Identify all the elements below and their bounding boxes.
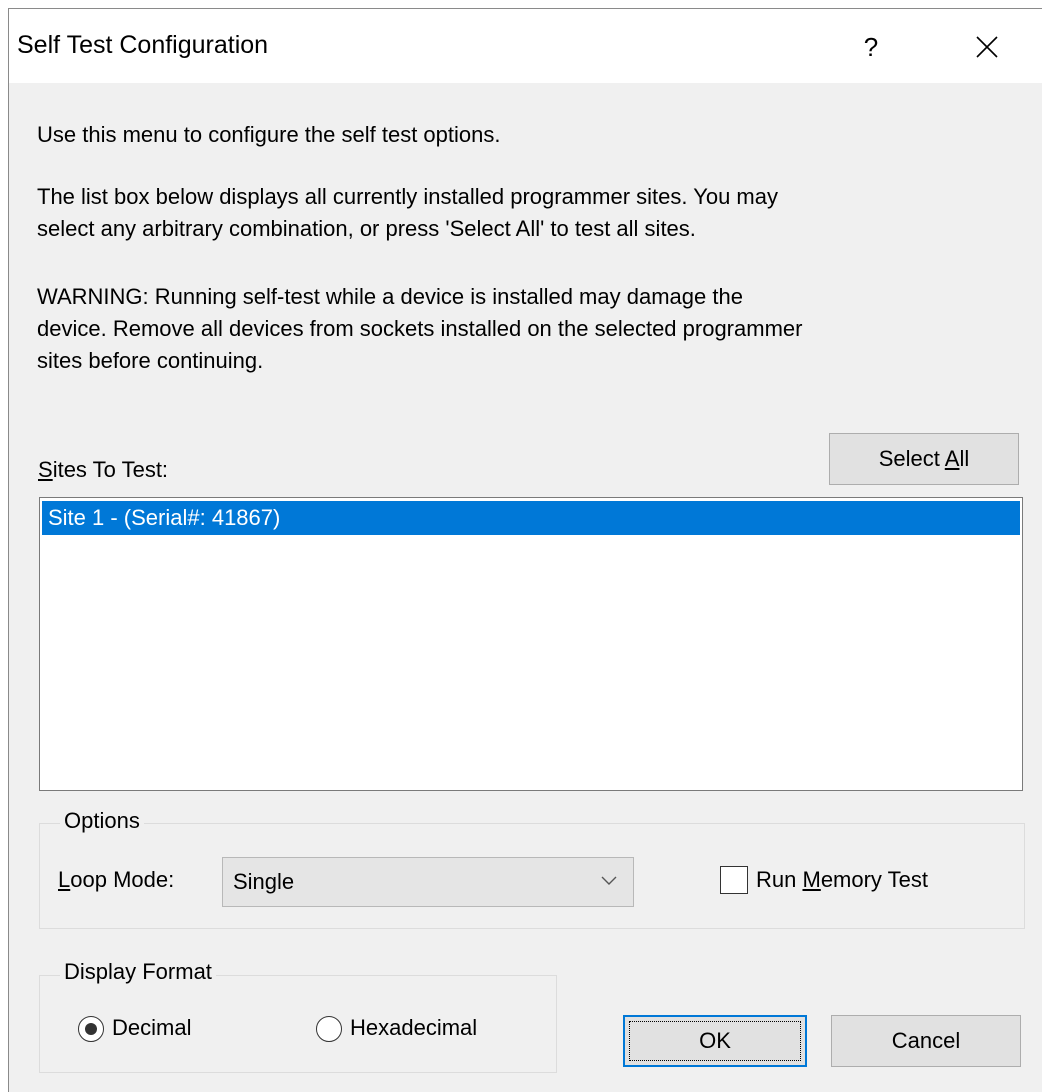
- sites-to-test-label: Sites To Test:: [38, 457, 168, 483]
- focus-rectangle: [629, 1021, 801, 1061]
- close-icon: [976, 36, 998, 58]
- sites-label-rest: ites To Test:: [52, 457, 169, 482]
- decimal-label: Decimal: [112, 1015, 192, 1040]
- hexadecimal-radio[interactable]: [316, 1016, 342, 1042]
- intro-text: Use this menu to configure the self test…: [37, 122, 501, 147]
- memory-test-label: Run Memory Test: [756, 867, 928, 893]
- loop-mode-rest: oop Mode:: [70, 867, 175, 892]
- cancel-button[interactable]: Cancel: [831, 1015, 1021, 1067]
- decimal-radio[interactable]: [78, 1016, 104, 1042]
- options-legend: Options: [60, 808, 144, 834]
- loop-mode-mnemonic: L: [58, 867, 71, 892]
- title-bar: Self Test Configuration ?: [9, 9, 1042, 83]
- self-test-dialog: Self Test Configuration ? Use this menu …: [8, 8, 1042, 1092]
- display-format-group: Display Format Decimal Hexadecimal: [39, 959, 557, 1073]
- info-text: The list box below displays all currentl…: [37, 184, 778, 241]
- radio-selected-dot: [85, 1023, 97, 1035]
- close-button[interactable]: [961, 25, 1013, 69]
- loop-mode-value: Single: [233, 869, 295, 894]
- select-all-mnemonic: A: [944, 446, 960, 471]
- select-all-pre: Select: [878, 446, 945, 471]
- loop-mode-label: Loop Mode:: [58, 867, 174, 893]
- display-format-legend: Display Format: [60, 959, 216, 985]
- loop-mode-select[interactable]: Single: [222, 857, 634, 907]
- select-all-button[interactable]: Select All: [829, 433, 1019, 485]
- hexadecimal-label: Hexadecimal: [350, 1015, 478, 1040]
- chevron-down-icon: [601, 876, 617, 885]
- list-item[interactable]: Site 1 - (Serial#: 41867): [42, 501, 1020, 535]
- select-all-post: ll: [959, 446, 970, 471]
- memory-test-mnemonic: M: [802, 867, 821, 892]
- sites-listbox[interactable]: Site 1 - (Serial#: 41867): [39, 497, 1023, 791]
- sites-label-mnemonic: S: [38, 457, 53, 482]
- options-group: Options Loop Mode: Single Run Memory Tes…: [39, 808, 1025, 929]
- memory-test-post: emory Test: [820, 867, 928, 892]
- memory-test-checkbox[interactable]: [720, 866, 748, 894]
- help-button[interactable]: ?: [845, 25, 897, 69]
- window-title: Self Test Configuration: [17, 31, 269, 59]
- memory-test-pre: Run: [756, 867, 803, 892]
- warning-text: WARNING: Running self-test while a devic…: [37, 284, 803, 373]
- ok-button[interactable]: OK: [623, 1015, 807, 1067]
